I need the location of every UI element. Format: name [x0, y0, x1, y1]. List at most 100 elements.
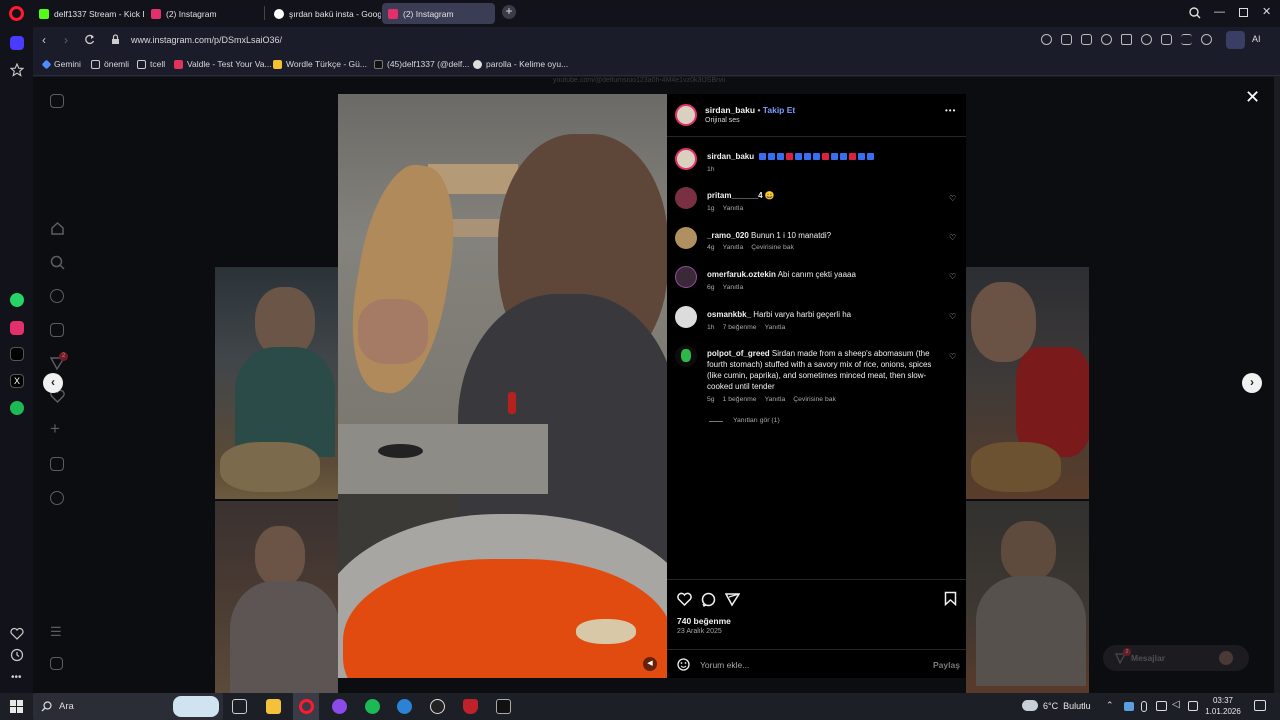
likes-count[interactable]: 740 beğenme: [677, 616, 731, 626]
menu-icon[interactable]: [1181, 34, 1192, 45]
tray-app-icon[interactable]: [1156, 701, 1167, 711]
profile-icon[interactable]: [1201, 34, 1212, 45]
start-icon[interactable]: [10, 700, 23, 713]
heart-toolbar-icon[interactable]: [1141, 34, 1152, 45]
x-twitter-icon[interactable]: X: [10, 374, 24, 388]
comment-username[interactable]: osmankbk_: [707, 310, 751, 319]
author-avatar[interactable]: [675, 104, 697, 126]
reply-button[interactable]: Yanıtla: [723, 205, 744, 212]
comment-like-count[interactable]: 7 beğenme: [723, 324, 757, 331]
back-button[interactable]: ‹: [42, 33, 46, 47]
opera-taskbar-icon[interactable]: [299, 699, 314, 714]
background-thumbnail[interactable]: [215, 501, 338, 693]
search-page-icon[interactable]: [1041, 34, 1052, 45]
commenter-avatar[interactable]: [675, 187, 697, 209]
next-post-button[interactable]: ›: [1242, 373, 1262, 393]
like-comment-icon[interactable]: ♡: [949, 233, 956, 242]
share-comment-button[interactable]: Paylaş: [933, 660, 960, 670]
spotify-taskbar-icon[interactable]: [365, 699, 380, 714]
app-icon[interactable]: [397, 699, 412, 714]
history-icon[interactable]: [10, 648, 24, 662]
shield-app-icon[interactable]: [463, 699, 478, 714]
spotify-icon[interactable]: [10, 401, 24, 415]
reload-icon[interactable]: [84, 34, 95, 45]
background-thumbnail[interactable]: [215, 267, 338, 499]
lock-icon[interactable]: [111, 34, 120, 45]
like-comment-icon[interactable]: ♡: [949, 312, 956, 321]
opera-gx-icon[interactable]: [332, 699, 347, 714]
epic-games-icon[interactable]: [496, 699, 511, 714]
background-thumbnail[interactable]: [966, 501, 1089, 693]
bookmark-folder-onemli[interactable]: önemli: [91, 59, 129, 69]
messages-pill[interactable]: 2 Mesajlar: [1103, 645, 1249, 671]
audio-label[interactable]: Orijinal ses: [705, 117, 740, 124]
commenter-avatar[interactable]: [675, 306, 697, 328]
comment-like-count[interactable]: 1 beğenme: [723, 396, 757, 403]
instagram-sidebar-icon[interactable]: [10, 321, 24, 335]
volume-icon[interactable]: ◁: [1172, 699, 1180, 710]
maximize-button[interactable]: [1239, 8, 1248, 17]
comment-username[interactable]: _ramo_020: [707, 231, 749, 240]
bookmark-valdle[interactable]: Valdle - Test Your Va...: [174, 59, 272, 69]
ai-button[interactable]: AI: [1252, 34, 1261, 44]
tab-instagram-1[interactable]: (2) Instagram: [145, 3, 257, 24]
clock-date[interactable]: 1.01.2026: [1203, 707, 1243, 716]
save-icon[interactable]: [944, 591, 957, 606]
follow-button[interactable]: Takip Et: [763, 105, 795, 115]
search-tabs-icon[interactable]: [1189, 7, 1201, 19]
tray-chevron-icon[interactable]: ⌃: [1106, 700, 1114, 711]
commenter-avatar[interactable]: [675, 266, 697, 288]
tab-instagram-active[interactable]: (2) Instagram: [382, 3, 495, 24]
mute-toggle-icon[interactable]: ◀: [643, 657, 657, 671]
like-comment-icon[interactable]: ♡: [949, 352, 956, 361]
bookmark-tiktok[interactable]: (45)delf1337 (@delf...: [374, 59, 469, 69]
ig-explore-icon[interactable]: [50, 289, 64, 303]
like-comment-icon[interactable]: ♡: [949, 272, 956, 281]
tiktok-icon[interactable]: [10, 347, 24, 361]
comment-icon[interactable]: [701, 592, 716, 607]
comment-input[interactable]: Yorum ekle...: [700, 660, 749, 670]
translate-button[interactable]: Çevirisine bak: [751, 244, 794, 251]
ig-search-icon[interactable]: [50, 255, 65, 270]
reply-button[interactable]: Yanıtla: [765, 324, 786, 331]
forward-button[interactable]: ›: [64, 33, 68, 47]
weather-cloud-icon[interactable]: [1022, 700, 1038, 711]
ig-dashboard-icon[interactable]: [50, 457, 64, 471]
ig-more-menu-icon[interactable]: ☰: [50, 624, 62, 640]
ig-profile-icon[interactable]: [50, 491, 64, 505]
minimize-button[interactable]: —: [1214, 6, 1225, 18]
url-field[interactable]: www.instagram.com/p/DSmxLsaiO36/: [131, 35, 282, 45]
previous-post-button[interactable]: ‹: [43, 373, 63, 393]
file-explorer-icon[interactable]: [266, 699, 281, 714]
tab-kick[interactable]: delf1337 Stream - Kick Da: [33, 3, 144, 24]
microphone-icon[interactable]: [1141, 701, 1147, 712]
commenter-avatar[interactable]: [675, 227, 697, 249]
notifications-icon[interactable]: [1254, 700, 1266, 711]
ig-reels-icon[interactable]: [50, 323, 64, 337]
reply-button[interactable]: Yanıtla: [723, 244, 744, 251]
post-video[interactable]: ◀: [338, 94, 667, 678]
taskbar-search-box[interactable]: Ara: [33, 693, 223, 720]
app-icon[interactable]: [430, 699, 445, 714]
weather-text[interactable]: 6°C Bulutlu: [1043, 701, 1091, 711]
more-options-button[interactable]: •••: [945, 106, 956, 115]
bookmark-folder-tcell[interactable]: tcell: [137, 59, 165, 69]
network-icon[interactable]: [1188, 701, 1198, 711]
caption-username[interactable]: sirdan_baku: [707, 152, 754, 161]
star-icon[interactable]: [10, 63, 24, 77]
background-thumbnail[interactable]: [966, 267, 1089, 499]
like-comment-icon[interactable]: ♡: [949, 194, 956, 203]
instagram-logo-icon[interactable]: [50, 94, 64, 108]
emoji-icon[interactable]: [677, 658, 690, 671]
camera-icon[interactable]: [1081, 34, 1092, 45]
bookmark-gemini[interactable]: Gemini: [41, 59, 81, 69]
ig-meta-icon[interactable]: [50, 657, 63, 670]
whatsapp-icon[interactable]: [10, 293, 24, 307]
more-icon[interactable]: •••: [11, 672, 22, 683]
view-replies-button[interactable]: Yanıtları gör (1): [733, 417, 780, 424]
reply-button[interactable]: Yanıtla: [765, 396, 786, 403]
edit-icon[interactable]: [1061, 34, 1072, 45]
comment-username[interactable]: polpot_of_greed: [707, 349, 770, 358]
close-modal-button[interactable]: ✕: [1245, 87, 1260, 108]
bookmark-wordle[interactable]: Wordle Türkçe - Gü...: [273, 59, 367, 69]
